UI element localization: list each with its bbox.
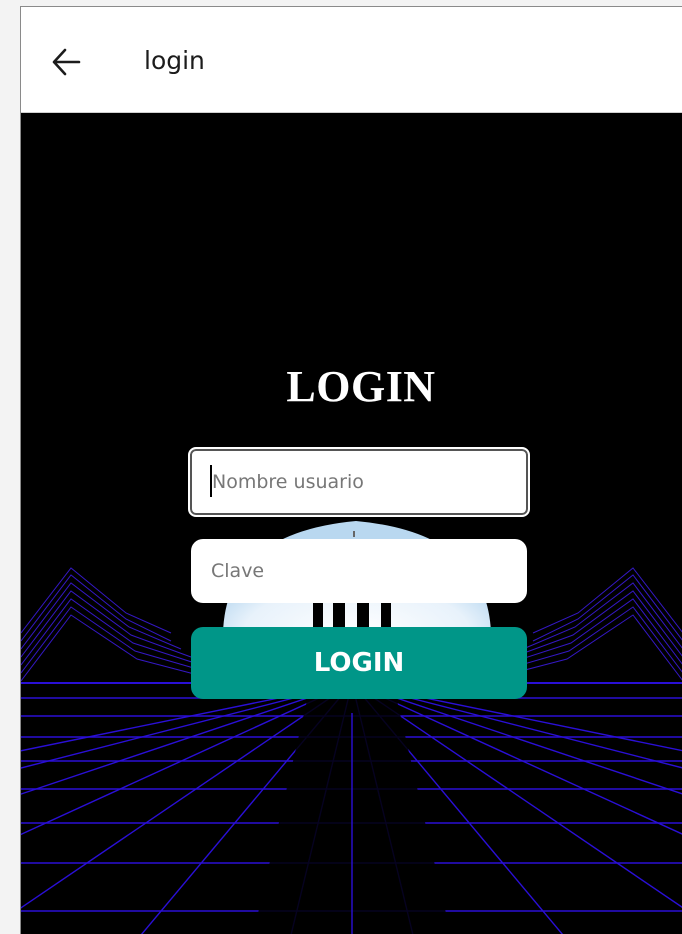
username-input[interactable] [188, 447, 530, 517]
login-background: LOGIN LOGIN [21, 113, 682, 934]
text-cursor [210, 465, 212, 497]
app-bar: login [21, 7, 682, 113]
password-input[interactable] [191, 539, 527, 603]
login-button[interactable]: LOGIN [191, 627, 527, 699]
page-title: login [144, 46, 205, 75]
back-button[interactable] [49, 45, 83, 79]
login-heading: LOGIN [286, 362, 436, 411]
app-window: login LOGIN Nombre usuario LOGIN [20, 6, 682, 934]
arrow-left-icon [52, 48, 81, 76]
retro-grid-background [21, 521, 682, 934]
